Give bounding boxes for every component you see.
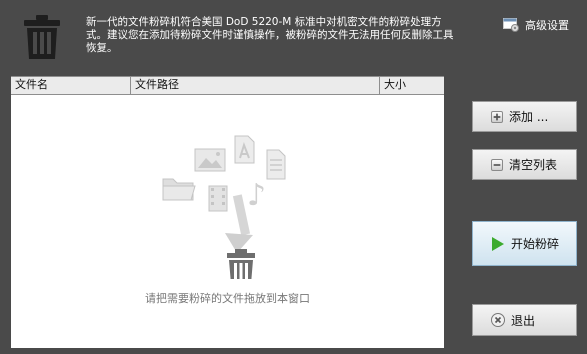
video-file-icon — [208, 185, 228, 212]
drop-files-illustration: ♪ — [162, 135, 286, 279]
file-list[interactable]: 文件名 文件路径 大小 ♪ 请把需要粉碎的文件拖放到本窗口 — [11, 76, 444, 348]
add-files-label: 添加 ... — [509, 110, 549, 124]
exit-button[interactable]: 退出 — [472, 304, 577, 336]
play-icon — [492, 236, 504, 251]
advanced-settings-label: 高级设置 — [525, 19, 569, 32]
shredder-bin-icon — [227, 249, 255, 279]
clear-list-label: 清空列表 — [509, 158, 558, 172]
drop-hint-text: 请把需要粉碎的文件拖放到本窗口 — [145, 292, 310, 305]
exit-label: 退出 — [511, 313, 536, 328]
plus-icon — [491, 110, 503, 123]
folder-icon — [162, 178, 196, 201]
settings-window-icon — [503, 18, 519, 32]
advanced-settings-link[interactable]: 高级设置 — [503, 16, 569, 34]
start-shred-button[interactable]: 开始粉碎 — [472, 221, 577, 266]
minus-icon — [491, 158, 503, 171]
music-note-icon: ♪ — [247, 178, 266, 213]
image-file-icon — [194, 148, 226, 172]
file-list-header: 文件名 文件路径 大小 — [11, 76, 444, 95]
shredder-description: 新一代的文件粉碎机符合美国 DoD 5220-M 标准中对机密文件的粉碎处理方式… — [86, 16, 454, 54]
add-files-button[interactable]: 添加 ... — [472, 101, 577, 132]
close-circle-icon — [491, 313, 505, 327]
pdf-file-icon — [234, 135, 255, 164]
start-shred-label: 开始粉碎 — [511, 237, 560, 251]
document-file-icon — [266, 149, 286, 180]
column-header-filepath[interactable]: 文件路径 — [131, 77, 380, 94]
column-header-size[interactable]: 大小 — [380, 77, 444, 94]
clear-list-button[interactable]: 清空列表 — [472, 149, 577, 180]
trash-bin-icon — [24, 15, 60, 59]
column-header-filename[interactable]: 文件名 — [11, 77, 131, 94]
